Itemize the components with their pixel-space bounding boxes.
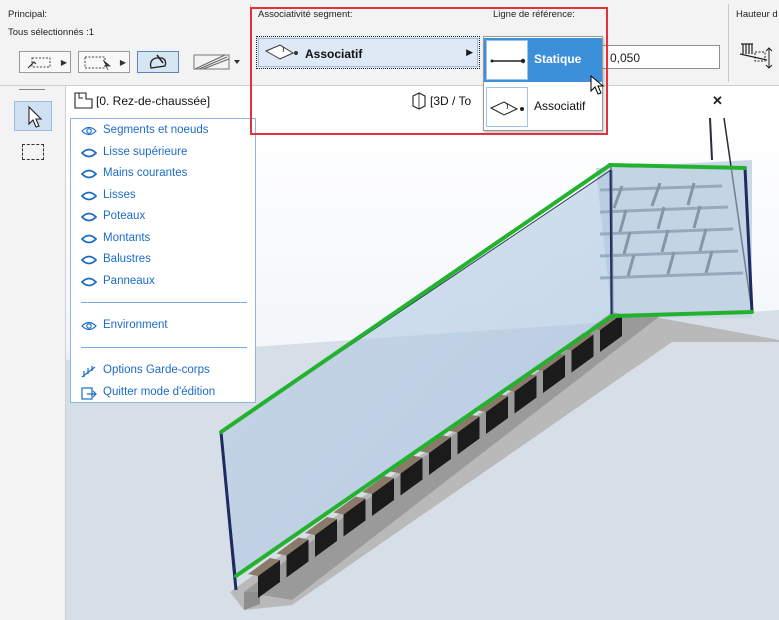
toolbox-divider (19, 89, 45, 90)
arrow-tool[interactable] (14, 101, 52, 131)
lens-icon (81, 277, 97, 286)
panel-divider (81, 302, 247, 303)
3d-view-icon (412, 92, 426, 110)
tab-floor-plan[interactable]: [0. Rez-de-chaussée] (66, 86, 396, 116)
lens-icon (81, 169, 97, 179)
eye-icon (81, 126, 97, 136)
element-select-button[interactable]: ▶ (19, 51, 71, 73)
lens-icon (81, 234, 97, 243)
height-value-field[interactable]: 0,050 (600, 45, 720, 69)
separator (250, 4, 251, 82)
info-box: Principal: Tous sélectionnés :1 ▶ ▶ Asso… (0, 0, 779, 86)
dropdown-value: Associatif (305, 47, 363, 61)
pen-set-picker[interactable] (189, 47, 245, 75)
height-label: Hauteur d (736, 9, 778, 20)
view-tab-bar: [0. Rez-de-chaussée] [3D / To (66, 86, 734, 116)
panel-item-label: Panneaux (103, 274, 155, 287)
panel-item-label: Montants (103, 231, 151, 244)
panel-item-label: Balustres (103, 253, 151, 265)
lens-icon (81, 191, 97, 200)
submenu-arrow-icon: ▶ (119, 58, 126, 67)
marquee-select-button[interactable]: ▶ (78, 51, 130, 73)
menu-item-static[interactable]: Statique (484, 38, 602, 82)
panel-item-label: Lisse supérieure (103, 145, 188, 158)
segment-associativity-dropdown[interactable]: Associatif ▶ (256, 36, 480, 69)
associative-icon (264, 44, 298, 60)
close-tab-icon[interactable]: ✕ (712, 93, 723, 109)
reference-line-label: Ligne de référence: (493, 9, 575, 20)
menu-item-associative[interactable]: Associatif (484, 85, 602, 129)
panel-item-label: Segments et noeuds (103, 124, 209, 136)
marquee-tool-icon[interactable] (22, 144, 44, 160)
lens-icon (81, 148, 97, 157)
submenu-arrow-icon: ▶ (60, 58, 67, 67)
panel-item-label: Poteaux (103, 210, 146, 222)
environment-label: Environment (103, 319, 168, 331)
floor-plan-icon (74, 92, 93, 109)
panel-item-label: Lisses (103, 188, 136, 201)
principal-label: Principal: (8, 9, 48, 20)
submenu-arrow-icon: ▶ (466, 47, 473, 57)
railing-pattern-icon (193, 54, 240, 70)
height-value: 0,050 (610, 51, 641, 65)
tab-label: [3D / To (430, 94, 472, 108)
panel-item-label: Mains courantes (103, 167, 188, 179)
railing-options-label: Options Garde-corps (103, 364, 210, 376)
reference-line-menu: Statique Associatif (483, 36, 605, 131)
exit-edit-mode-label: Quitter mode d'édition (103, 386, 216, 398)
eye-icon (81, 321, 97, 331)
menu-item-label: Statique (534, 52, 582, 66)
menu-item-label: Associatif (534, 99, 586, 113)
mouse-cursor-icon (590, 75, 605, 95)
panel-divider (81, 347, 247, 348)
associative-icon (486, 87, 528, 127)
pointer-arrow-icon (28, 105, 43, 128)
static-line-icon (486, 40, 528, 80)
tab-label: [0. Rez-de-chaussée] (96, 94, 211, 108)
height-settings-icon[interactable] (737, 40, 777, 74)
segment-associativity-label: Associativité segment: (258, 9, 353, 20)
hand-rotate-icon (149, 54, 167, 69)
lens-icon (81, 255, 97, 265)
edit-mode-toggle[interactable] (137, 51, 179, 73)
railing-icon (81, 366, 96, 378)
exit-icon (81, 387, 97, 400)
lens-icon (81, 212, 97, 222)
toolbox (0, 86, 66, 620)
separator (728, 4, 729, 82)
selection-count: Tous sélectionnés :1 (8, 27, 95, 38)
railing-edit-panel: Segments et noeuds Lisse supérieure Mains … (70, 118, 256, 403)
